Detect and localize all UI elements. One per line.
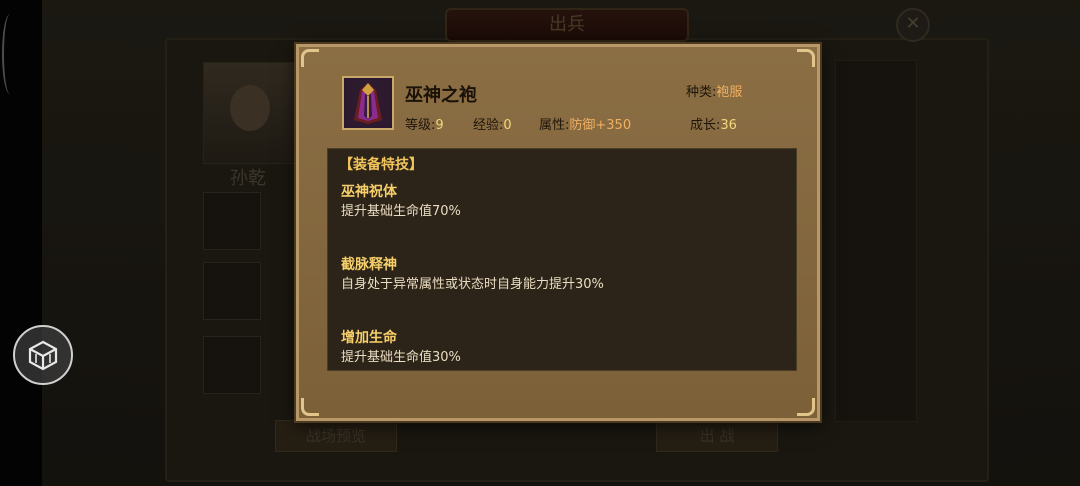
skill-title: 截脉释神 [341, 257, 397, 273]
attr-value: 防御+350 [569, 118, 632, 133]
cube-icon [28, 340, 58, 371]
growth-value: 36 [720, 118, 737, 133]
item-growth: 成长:36 [690, 114, 737, 133]
floating-assist-button[interactable] [13, 325, 73, 385]
dialog-corner-ornament [797, 49, 815, 67]
category-value: 袍服 [716, 85, 743, 100]
level-label: 等级: [405, 118, 436, 133]
skill-description: 提升基础生命值30% [341, 350, 461, 365]
skill-title: 增加生命 [341, 330, 397, 346]
exp-label: 经验: [473, 118, 504, 133]
item-category: 种类:袍服 [686, 81, 742, 100]
item-attribute: 属性:防御+350 [539, 114, 631, 133]
attr-label: 属性: [539, 118, 570, 133]
dialog-corner-ornament [301, 49, 319, 67]
skills-header: 【装备特技】 [339, 157, 423, 173]
growth-label: 成长: [690, 118, 721, 133]
skill-description: 自身处于异常属性或状态时自身能力提升30% [341, 277, 604, 292]
skill-description: 提升基础生命值70% [341, 204, 461, 219]
category-label: 种类: [686, 85, 717, 100]
item-name: 巫神之袍 [405, 85, 477, 106]
dialog-corner-ornament [797, 398, 815, 416]
skill-title: 巫神祝体 [341, 184, 397, 200]
robe-graphic [346, 80, 390, 126]
dialog-corner-ornament [301, 398, 319, 416]
robe-icon [342, 76, 394, 130]
equipment-skills-panel: 【装备特技】 巫神祝体 提升基础生命值70% 截脉释神 自身处于异常属性或状态时… [327, 148, 797, 371]
item-level: 等级:9 [405, 114, 444, 133]
equipment-detail-dialog: 巫神之袍 种类:袍服 等级:9 经验:0 属性:防御+350 成长:36 【装备… [296, 44, 820, 421]
level-value: 9 [435, 118, 444, 133]
item-exp: 经验:0 [473, 114, 512, 133]
exp-value: 0 [503, 118, 512, 133]
